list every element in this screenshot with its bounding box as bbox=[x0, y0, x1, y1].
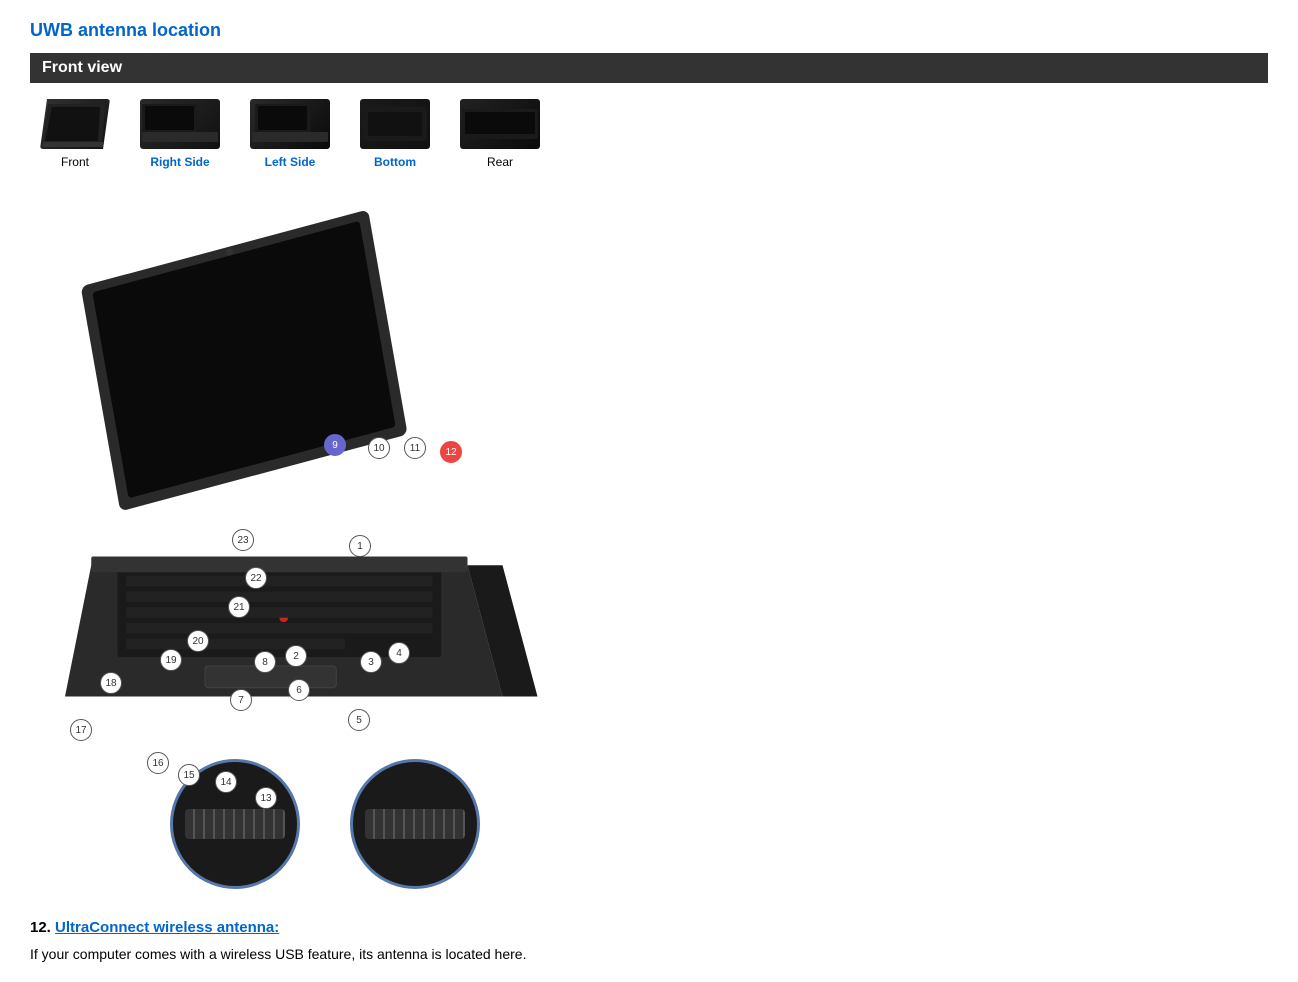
nav-label-right-side: Right Side bbox=[150, 155, 209, 169]
badge-13: 13 bbox=[255, 787, 277, 809]
thumb-rear bbox=[460, 99, 540, 149]
item-link[interactable]: UltraConnect wireless antenna: bbox=[55, 919, 279, 936]
thumb-bottom bbox=[360, 99, 430, 149]
badge-20: 20 bbox=[187, 630, 209, 652]
badge-12: 12 bbox=[440, 441, 462, 463]
badge-2: 2 bbox=[285, 645, 307, 667]
item-number-label: 12. UltraConnect wireless antenna: bbox=[30, 919, 1268, 936]
speaker-circle-right bbox=[350, 759, 480, 889]
badge-17: 17 bbox=[70, 719, 92, 741]
section-header: Front view bbox=[30, 53, 1268, 83]
nav-label-front: Front bbox=[61, 155, 89, 169]
badge-4: 4 bbox=[388, 642, 410, 664]
badge-7: 7 bbox=[230, 689, 252, 711]
nav-label-left-side: Left Side bbox=[265, 155, 316, 169]
badge-23: 23 bbox=[232, 529, 254, 551]
thumb-rightside bbox=[140, 99, 220, 149]
badge-6: 6 bbox=[288, 679, 310, 701]
badge-18: 18 bbox=[100, 672, 122, 694]
badge-21: 21 bbox=[228, 596, 250, 618]
badge-22: 22 bbox=[245, 567, 267, 589]
badge-1: 1 bbox=[349, 535, 371, 557]
nav-label-rear: Rear bbox=[487, 155, 513, 169]
speaker-grille-left bbox=[185, 809, 285, 839]
nav-item-left-side[interactable]: Left Side bbox=[250, 99, 330, 169]
description-section: 12. UltraConnect wireless antenna: If yo… bbox=[30, 919, 1268, 962]
thumb-leftside bbox=[250, 99, 330, 149]
badge-10: 10 bbox=[368, 437, 390, 459]
badge-16: 16 bbox=[147, 752, 169, 774]
badge-19: 19 bbox=[160, 649, 182, 671]
badge-3: 3 bbox=[360, 651, 382, 673]
nav-item-rear[interactable]: Rear bbox=[460, 99, 540, 169]
laptop-diagram: 1 2 3 4 5 6 7 8 9 10 11 12 13 14 15 16 1… bbox=[30, 189, 590, 749]
badge-11: 11 bbox=[404, 437, 426, 459]
badge-15: 15 bbox=[178, 764, 200, 786]
badge-14: 14 bbox=[215, 771, 237, 793]
nav-item-right-side[interactable]: Right Side bbox=[140, 99, 220, 169]
thumb-front bbox=[40, 99, 110, 149]
badge-8: 8 bbox=[254, 651, 276, 673]
nav-thumbnails: Front Right Side Left Side bbox=[30, 99, 1268, 169]
badge-9: 9 bbox=[324, 434, 346, 456]
nav-label-bottom: Bottom bbox=[374, 155, 416, 169]
item-description: If your computer comes with a wireless U… bbox=[30, 946, 1268, 962]
diagram-area: 1 2 3 4 5 6 7 8 9 10 11 12 13 14 15 16 1… bbox=[30, 189, 600, 889]
badge-5: 5 bbox=[348, 709, 370, 731]
nav-item-front[interactable]: Front bbox=[40, 99, 110, 169]
nav-item-bottom[interactable]: Bottom bbox=[360, 99, 430, 169]
speaker-grille-right bbox=[365, 809, 465, 839]
page-title: UWB antenna location bbox=[30, 20, 1268, 41]
